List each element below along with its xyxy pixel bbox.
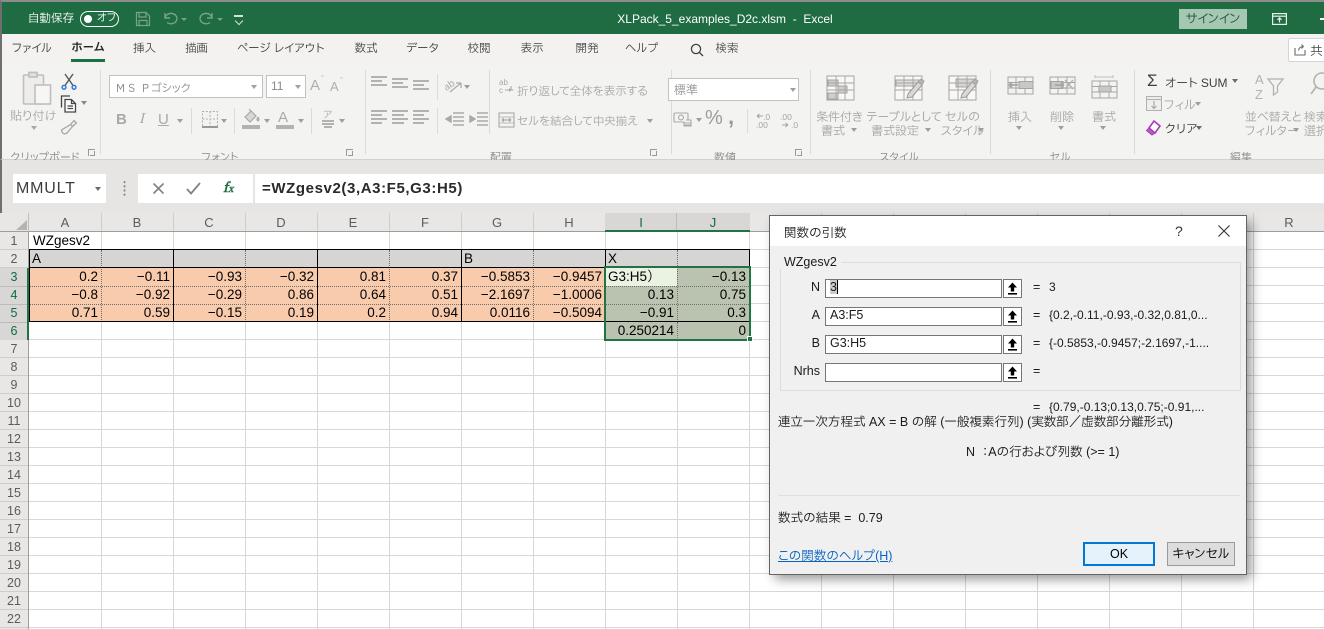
svg-text:c: c — [499, 86, 503, 94]
svg-text:.0: .0 — [791, 120, 798, 130]
svg-text:.00: .00 — [756, 120, 768, 130]
